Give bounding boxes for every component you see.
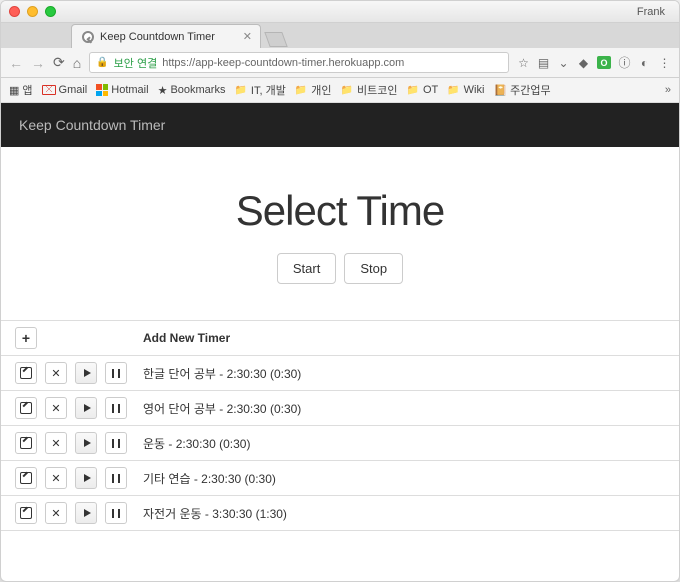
bookmark-folder-personal[interactable]: 개인 [295, 82, 332, 98]
toolbar-icons: ☆ ▤ ⌄ ◆ O ⓘ ◐ ⋮ [517, 56, 671, 69]
back-button[interactable]: ← [9, 55, 23, 71]
new-tab-button[interactable] [264, 32, 287, 47]
pause-button[interactable] [105, 467, 127, 489]
add-timer-button[interactable] [15, 327, 37, 349]
url-toolbar: ← → ⟳ ⌂ 🔒 보안 연결 https://app-keep-countdo… [1, 48, 679, 78]
window-controls [9, 6, 56, 17]
shield-icon[interactable]: ◐ [638, 56, 651, 69]
forward-button[interactable]: → [31, 55, 45, 71]
delete-button[interactable] [45, 502, 67, 524]
reload-button[interactable]: ⟳ [53, 54, 65, 71]
app-title[interactable]: Keep Countdown Timer [19, 117, 165, 133]
delete-button[interactable] [45, 397, 67, 419]
profile-name[interactable]: Frank [637, 6, 671, 18]
menu-icon[interactable]: ⋮ [658, 56, 671, 69]
edit-button[interactable] [15, 362, 37, 384]
hotmail-icon [96, 84, 108, 96]
timer-row: 운동 - 2:30:30 (0:30) [1, 426, 679, 461]
bookmark-overflow-icon[interactable]: » [665, 84, 671, 96]
window-titlebar: Frank [1, 1, 679, 23]
bookmark-folder-bitcoin[interactable]: 비트코인 [341, 82, 398, 98]
bookmark-bookmarks[interactable]: ★ Bookmarks [158, 84, 226, 97]
timer-row: 기타 연습 - 2:30:30 (0:30) [1, 461, 679, 496]
bookmark-folder-ot[interactable]: OT [406, 84, 438, 96]
extension-green-icon[interactable]: O [597, 56, 611, 69]
main-content: Select Time Start Stop Add New Timer 한글 … [1, 147, 679, 531]
timer-label: 자전거 운동 - 3:30:30 (1:30) [143, 505, 287, 522]
timer-list: Add New Timer 한글 단어 공부 - 2:30:30 (0:30) … [1, 320, 679, 531]
maximize-window-button[interactable] [45, 6, 56, 17]
pause-button[interactable] [105, 397, 127, 419]
info-icon[interactable]: ⓘ [618, 56, 631, 69]
pocket-icon[interactable]: ⌄ [557, 56, 570, 69]
play-button[interactable] [75, 362, 97, 384]
timer-row: 한글 단어 공부 - 2:30:30 (0:30) [1, 356, 679, 391]
bookmark-folder-it[interactable]: IT, 개발 [234, 82, 285, 98]
gmail-icon [42, 85, 56, 95]
delete-button[interactable] [45, 432, 67, 454]
add-timer-row: Add New Timer [1, 321, 679, 356]
browser-tab[interactable]: Keep Countdown Timer ✕ [71, 24, 261, 48]
secure-label: 보안 연결 [114, 55, 158, 71]
control-buttons: Start Stop [1, 253, 679, 284]
play-button[interactable] [75, 502, 97, 524]
timer-label: 운동 - 2:30:30 (0:30) [143, 435, 250, 452]
edit-button[interactable] [15, 432, 37, 454]
edit-button[interactable] [15, 467, 37, 489]
delete-button[interactable] [45, 362, 67, 384]
close-window-button[interactable] [9, 6, 20, 17]
delete-button[interactable] [45, 467, 67, 489]
timer-label: 기타 연습 - 2:30:30 (0:30) [143, 470, 276, 487]
tab-strip: Keep Countdown Timer ✕ [1, 23, 679, 48]
play-button[interactable] [75, 432, 97, 454]
stop-button[interactable]: Stop [344, 253, 403, 284]
bookmark-weekly[interactable]: 📔 주간업무 [493, 82, 550, 98]
apps-shortcut[interactable]: ▦ 앱 [9, 82, 33, 98]
address-bar[interactable]: 🔒 보안 연결 https://app-keep-countdown-timer… [89, 52, 509, 73]
browser-window: Frank Keep Countdown Timer ✕ ← → ⟳ ⌂ 🔒 보… [0, 0, 680, 582]
close-tab-icon[interactable]: ✕ [243, 30, 252, 43]
edit-button[interactable] [15, 502, 37, 524]
bookmark-star-icon[interactable]: ☆ [517, 56, 530, 69]
timer-label: 한글 단어 공부 - 2:30:30 (0:30) [143, 365, 301, 382]
timer-row: 자전거 운동 - 3:30:30 (1:30) [1, 496, 679, 531]
bookmark-bar: ▦ 앱 Gmail Hotmail ★ Bookmarks IT, 개발 개인 … [1, 78, 679, 103]
home-button[interactable]: ⌂ [73, 55, 81, 71]
tab-title: Keep Countdown Timer [100, 31, 215, 43]
add-timer-label: Add New Timer [143, 331, 230, 345]
tab-favicon [82, 31, 94, 43]
pause-button[interactable] [105, 362, 127, 384]
bookmark-gmail[interactable]: Gmail [42, 84, 88, 96]
url-text: https://app-keep-countdown-timer.herokua… [162, 57, 404, 69]
play-button[interactable] [75, 397, 97, 419]
reader-icon[interactable]: ▤ [537, 56, 550, 69]
timer-label: 영어 단어 공부 - 2:30:30 (0:30) [143, 400, 301, 417]
pause-button[interactable] [105, 432, 127, 454]
extension-icon[interactable]: ◆ [577, 56, 590, 69]
lock-icon: 🔒 [96, 57, 108, 68]
app-header: Keep Countdown Timer [1, 103, 679, 147]
page-title: Select Time [1, 187, 679, 235]
edit-button[interactable] [15, 397, 37, 419]
timer-row: 영어 단어 공부 - 2:30:30 (0:30) [1, 391, 679, 426]
pause-button[interactable] [105, 502, 127, 524]
bookmark-hotmail[interactable]: Hotmail [96, 84, 148, 96]
bookmark-folder-wiki[interactable]: Wiki [447, 84, 484, 96]
play-button[interactable] [75, 467, 97, 489]
minimize-window-button[interactable] [27, 6, 38, 17]
start-button[interactable]: Start [277, 253, 336, 284]
